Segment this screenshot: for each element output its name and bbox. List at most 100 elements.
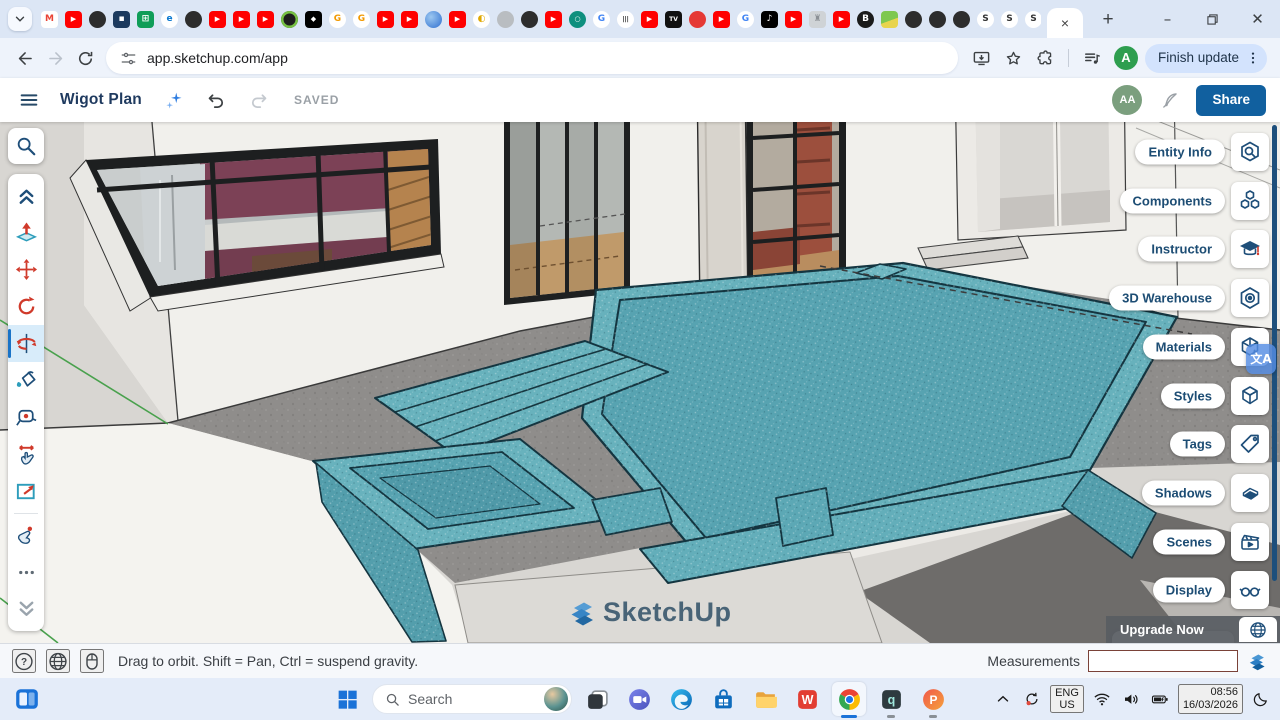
browser-tab[interactable]: ▶ bbox=[257, 11, 274, 28]
media-playlist-icon[interactable] bbox=[1077, 43, 1107, 73]
browser-profile-avatar[interactable]: A bbox=[1114, 46, 1138, 70]
browser-tab[interactable]: ▶ bbox=[449, 11, 466, 28]
install-app-icon[interactable] bbox=[966, 43, 996, 73]
browser-tab[interactable]: ▶ bbox=[233, 11, 250, 28]
sketchup-account-avatar[interactable]: AA bbox=[1112, 85, 1142, 115]
orbit-tool-button[interactable] bbox=[8, 325, 44, 362]
tags-panel-button[interactable] bbox=[1231, 425, 1269, 463]
browser-tab[interactable]: ▪ bbox=[113, 11, 130, 28]
browser-tab[interactable]: G bbox=[737, 11, 754, 28]
globe-language-icon[interactable] bbox=[46, 649, 70, 673]
browser-tab[interactable]: G bbox=[329, 11, 346, 28]
tab-close-icon[interactable]: × bbox=[1061, 16, 1069, 30]
tape-measure-tool-button[interactable] bbox=[8, 399, 44, 436]
browser-tab[interactable] bbox=[281, 11, 298, 28]
browser-tab[interactable]: S bbox=[1001, 11, 1018, 28]
shadows-panel-button[interactable] bbox=[1231, 474, 1269, 512]
rotate-tool-button[interactable] bbox=[8, 288, 44, 325]
styles-panel-button[interactable] bbox=[1231, 377, 1269, 415]
bookmark-star-icon[interactable] bbox=[998, 43, 1028, 73]
scenes-panel-button[interactable] bbox=[1231, 523, 1269, 561]
browser-tab[interactable]: ♪ bbox=[761, 11, 778, 28]
browser-tab[interactable]: TV bbox=[665, 11, 682, 28]
p-photos-taskbar-icon[interactable]: P bbox=[916, 682, 950, 716]
wps-office-taskbar-icon[interactable]: W bbox=[790, 682, 824, 716]
browser-tab[interactable]: ◆ bbox=[305, 11, 322, 28]
more-tools-tool-button[interactable] bbox=[8, 554, 44, 591]
3d-warehouse-panel-button[interactable] bbox=[1231, 279, 1269, 317]
browser-tab[interactable] bbox=[689, 11, 706, 28]
browser-tab[interactable] bbox=[521, 11, 538, 28]
start-button[interactable] bbox=[330, 682, 364, 716]
finish-update-button[interactable]: Finish update bbox=[1145, 44, 1267, 73]
window-restore-button[interactable] bbox=[1190, 0, 1235, 38]
browser-tab[interactable]: ▶ bbox=[545, 11, 562, 28]
browser-tab[interactable]: G bbox=[593, 11, 610, 28]
reload-button[interactable] bbox=[70, 43, 100, 73]
measurements-input[interactable] bbox=[1088, 650, 1238, 672]
browser-tab[interactable]: ♜ bbox=[809, 11, 826, 28]
browser-tab[interactable]: ▶ bbox=[833, 11, 850, 28]
browser-tab[interactable]: ▶ bbox=[401, 11, 418, 28]
browser-tab[interactable] bbox=[425, 11, 442, 28]
widgets-icon[interactable] bbox=[14, 686, 40, 712]
browser-tab[interactable] bbox=[929, 11, 946, 28]
address-bar[interactable]: app.sketchup.com/app bbox=[106, 42, 958, 74]
browser-tab[interactable] bbox=[953, 11, 970, 28]
ms-store-taskbar-icon[interactable] bbox=[706, 682, 740, 716]
browser-tab[interactable] bbox=[185, 11, 202, 28]
instructor-panel-button[interactable] bbox=[1231, 230, 1269, 268]
collapse-down-tool-button[interactable] bbox=[8, 591, 44, 628]
new-tab-button[interactable]: + bbox=[1095, 6, 1121, 32]
q-app-taskbar-icon[interactable]: q bbox=[874, 682, 908, 716]
browser-tab[interactable] bbox=[497, 11, 514, 28]
move-tool-button[interactable] bbox=[8, 251, 44, 288]
collapse-up-tool-button[interactable] bbox=[8, 177, 44, 214]
extensions-puzzle-icon[interactable] bbox=[1030, 43, 1060, 73]
push-pull-tool-button[interactable] bbox=[8, 214, 44, 251]
browser-tab[interactable]: ▶ bbox=[65, 11, 82, 28]
quill-pen-icon[interactable] bbox=[1152, 83, 1186, 117]
upgrade-banner[interactable]: Upgrade Now bbox=[1106, 616, 1280, 643]
browser-tab[interactable] bbox=[89, 11, 106, 28]
document-title[interactable]: Wigot Plan bbox=[60, 92, 142, 108]
tab-scroll-chevron-icon[interactable] bbox=[8, 7, 32, 31]
window-close-button[interactable]: ✕ bbox=[1235, 0, 1280, 38]
redo-button[interactable] bbox=[242, 83, 276, 117]
taskbar-search-box[interactable]: Search bbox=[372, 684, 572, 714]
browser-tab[interactable]: ▶ bbox=[377, 11, 394, 28]
browser-tab[interactable]: ▶ bbox=[641, 11, 658, 28]
do-not-disturb-moon-icon[interactable] bbox=[1250, 688, 1272, 710]
pan-hand-tool-button[interactable] bbox=[8, 436, 44, 473]
browser-tab[interactable]: e bbox=[161, 11, 178, 28]
browser-tab[interactable]: ||| bbox=[617, 11, 634, 28]
site-settings-icon[interactable] bbox=[120, 50, 137, 67]
back-button[interactable] bbox=[10, 43, 40, 73]
browser-tab[interactable]: S bbox=[1025, 11, 1041, 28]
entity-info-panel-button[interactable] bbox=[1231, 133, 1269, 171]
chat-taskbar-icon[interactable] bbox=[622, 682, 656, 716]
display-panel-button[interactable] bbox=[1231, 571, 1269, 609]
battery-charging-icon[interactable] bbox=[1149, 688, 1171, 710]
wifi-icon[interactable] bbox=[1091, 688, 1113, 710]
browser-tab[interactable]: G bbox=[353, 11, 370, 28]
share-button[interactable]: Share bbox=[1196, 85, 1266, 116]
zoom-window-tool-button[interactable] bbox=[8, 473, 44, 510]
model-viewport[interactable]: SketchUp Entity InfoComponentsInstructor… bbox=[0, 122, 1280, 643]
ai-sparkle-icon[interactable] bbox=[158, 83, 192, 117]
tray-chevron-up-icon[interactable] bbox=[992, 688, 1014, 710]
window-minimize-button[interactable]: – bbox=[1145, 0, 1190, 38]
browser-tab[interactable]: ▶ bbox=[785, 11, 802, 28]
paint-bucket-tool-button[interactable] bbox=[8, 362, 44, 399]
browser-tab[interactable]: ▶ bbox=[713, 11, 730, 28]
chrome-taskbar-icon[interactable] bbox=[832, 682, 866, 716]
translate-icon[interactable]: 文A bbox=[1246, 344, 1276, 374]
browser-menu-kebab-icon[interactable] bbox=[1245, 50, 1261, 66]
undo-button[interactable] bbox=[200, 83, 234, 117]
edge-taskbar-icon[interactable] bbox=[664, 682, 698, 716]
search-tool-icon[interactable] bbox=[8, 128, 44, 164]
browser-tab[interactable]: ◐ bbox=[473, 11, 490, 28]
browser-tab[interactable] bbox=[905, 11, 922, 28]
volume-icon[interactable] bbox=[1120, 688, 1142, 710]
forward-button[interactable] bbox=[40, 43, 70, 73]
